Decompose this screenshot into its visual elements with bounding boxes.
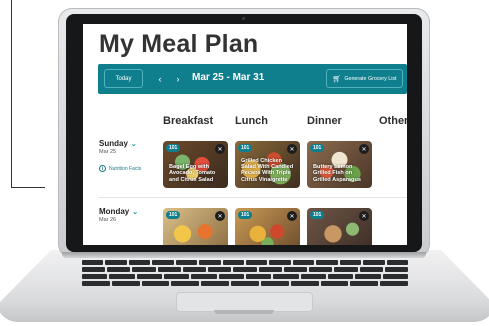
meal-caption: Grilled Chicken Salad With Candied Pecan… xyxy=(241,157,294,183)
meal-badge: 101 xyxy=(310,144,325,152)
meal-badge: 101 xyxy=(238,144,253,152)
meal-badge: 101 xyxy=(238,211,253,219)
meal-caption: Bagel Egg with Avocado, Tomato and Citru… xyxy=(169,164,216,183)
lid-notch xyxy=(214,310,274,314)
cart-icon: 🛒︎ xyxy=(332,75,342,83)
generate-grocery-list-button[interactable]: 🛒︎ Generate Grocery List xyxy=(326,69,403,88)
day-date: Mar 26 xyxy=(99,217,117,223)
day-name: Monday xyxy=(99,207,130,216)
close-icon[interactable]: ✕ xyxy=(359,144,369,154)
nutrition-facts-link[interactable]: i Nutrition Facts xyxy=(99,165,141,172)
close-icon[interactable]: ✕ xyxy=(215,211,225,221)
meal-card-lunch[interactable]: 101 ✕ xyxy=(235,208,300,245)
meal-badge: 101 xyxy=(310,211,325,219)
trackpad xyxy=(176,292,313,312)
date-toolbar: Today ‹ › Mar 25 - Mar 31 🛒︎ Generate Gr… xyxy=(98,64,407,94)
meal-card-lunch[interactable]: 101 ✕ Grilled Chicken Salad With Candied… xyxy=(235,141,300,188)
nutrition-facts-label: Nutrition Facts xyxy=(109,165,142,172)
meal-badge: 101 xyxy=(166,211,181,219)
next-week-button[interactable]: › xyxy=(171,71,185,86)
today-button[interactable]: Today xyxy=(104,69,143,88)
close-icon[interactable]: ✕ xyxy=(215,144,225,154)
meal-card-dinner[interactable]: 101 ✕ Buttery Lemon Grilled Fish on Gril… xyxy=(307,141,372,188)
key-row xyxy=(81,267,409,272)
chevron-down-icon[interactable]: ⌄ xyxy=(132,208,138,216)
callout-line-horizontal xyxy=(11,187,45,188)
info-icon: i xyxy=(99,165,106,172)
chevron-down-icon[interactable]: ⌄ xyxy=(131,140,137,148)
meal-caption: Buttery Lemon Grilled Fish on Grilled As… xyxy=(313,164,361,183)
laptop-scene: My Meal Plan Today ‹ › Mar 25 - Mar 31 🛒… xyxy=(0,0,489,326)
meal-card-dinner[interactable]: 101 ✕ xyxy=(307,208,372,245)
prev-week-button[interactable]: ‹ xyxy=(153,71,167,86)
date-range: Mar 25 - Mar 31 xyxy=(192,72,265,83)
column-header-other: Other xyxy=(379,115,407,127)
keyboard xyxy=(81,260,409,290)
close-icon[interactable]: ✕ xyxy=(287,144,297,154)
day-name: Sunday xyxy=(99,139,128,148)
column-header-breakfast: Breakfast xyxy=(163,115,214,127)
laptop-hinge xyxy=(62,252,426,258)
close-icon[interactable]: ✕ xyxy=(359,211,369,221)
key-row xyxy=(82,260,408,265)
meal-badge: 101 xyxy=(166,144,181,152)
row-divider xyxy=(99,197,407,198)
meal-card-breakfast[interactable]: 101 ✕ Bagel Egg with Avocado, Tomato and… xyxy=(163,141,228,188)
column-header-dinner: Dinner xyxy=(307,115,342,127)
key-row xyxy=(82,281,408,286)
meal-card-breakfast[interactable]: 101 ✕ xyxy=(163,208,228,245)
grocery-label: Generate Grocery List xyxy=(344,75,397,82)
day-header-monday[interactable]: Monday ⌄ Mar 26 xyxy=(99,207,138,223)
day-header-sunday[interactable]: Sunday ⌄ Mar 25 xyxy=(99,139,137,155)
screen: My Meal Plan Today ‹ › Mar 25 - Mar 31 🛒… xyxy=(83,24,407,245)
day-date: Mar 25 xyxy=(99,149,117,155)
webcam xyxy=(242,17,245,20)
key-row xyxy=(82,274,408,279)
page-title: My Meal Plan xyxy=(99,30,259,58)
callout-line xyxy=(11,0,12,188)
close-icon[interactable]: ✕ xyxy=(287,211,297,221)
column-header-lunch: Lunch xyxy=(235,115,268,127)
